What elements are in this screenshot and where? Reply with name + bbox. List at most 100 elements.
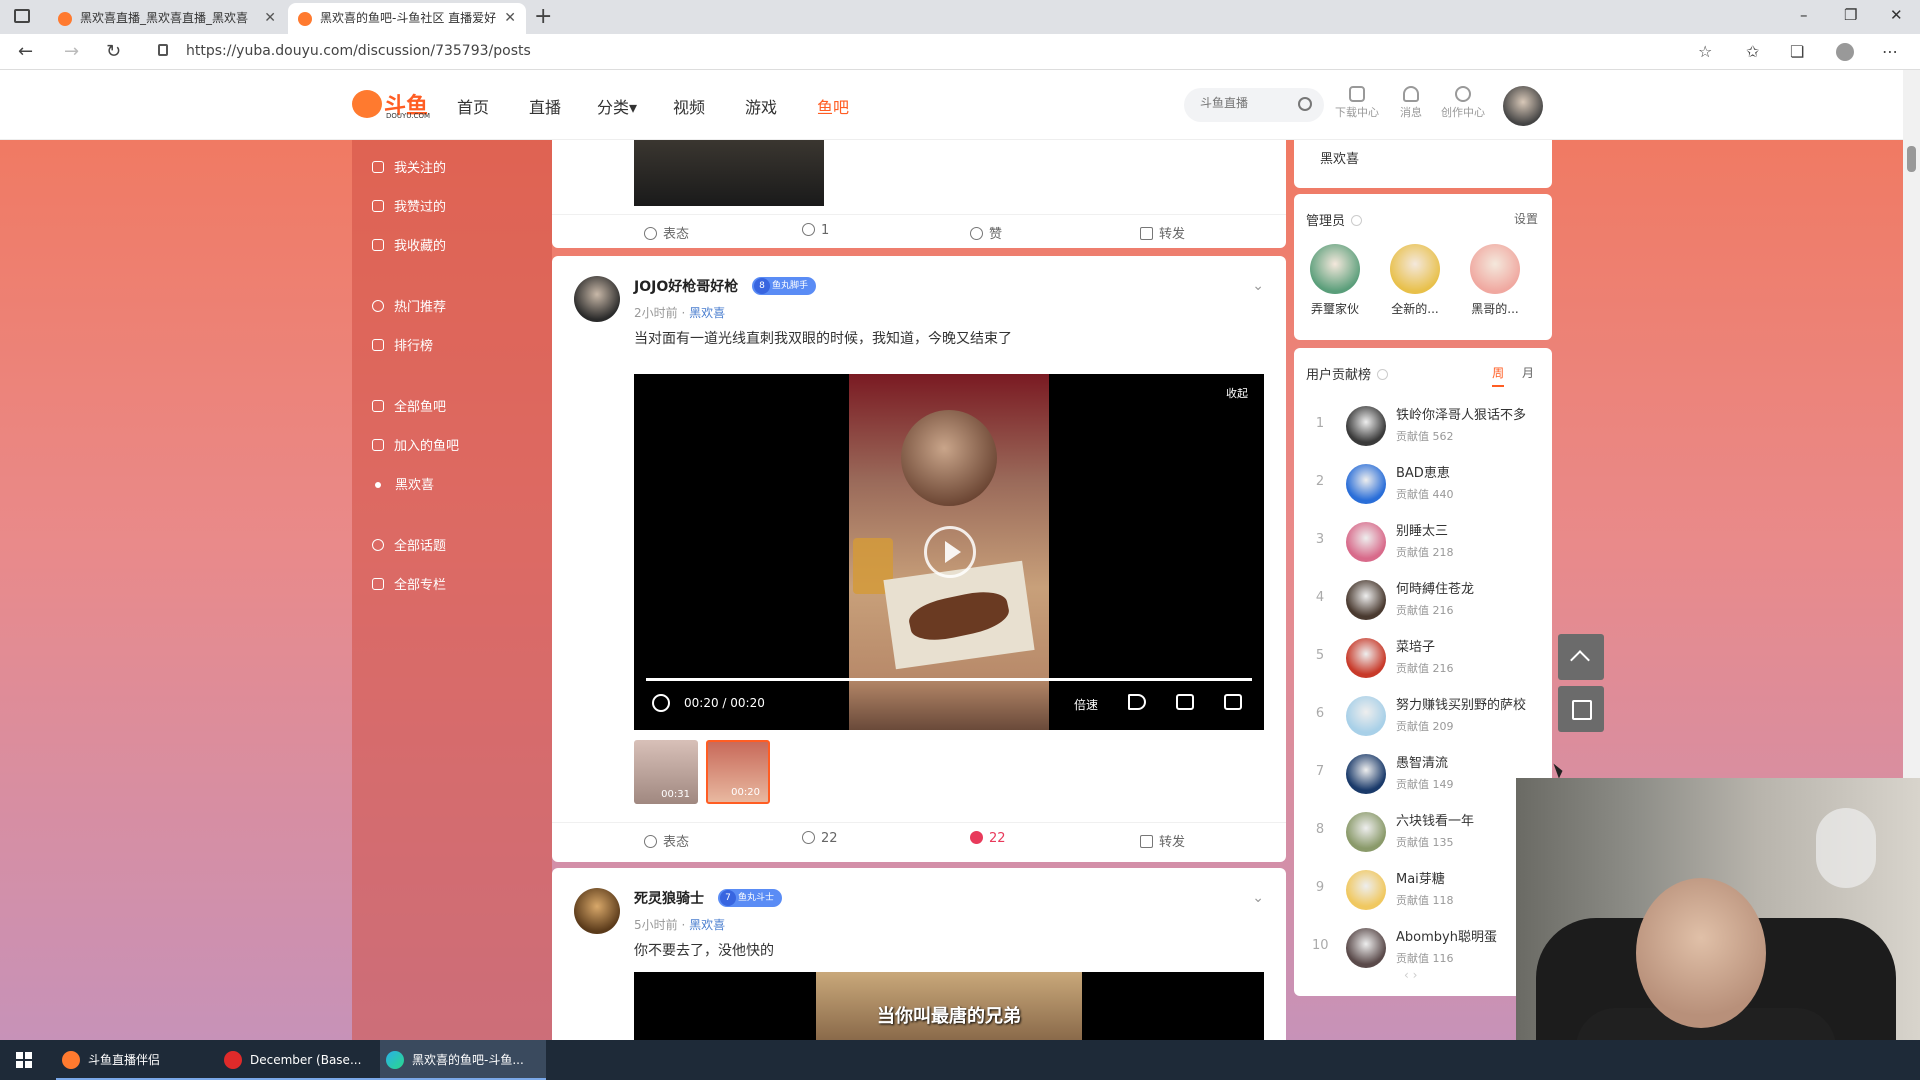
post-image[interactable] [634, 140, 824, 206]
back-icon[interactable]: ← [18, 41, 33, 62]
rank-avatar[interactable] [1346, 928, 1386, 968]
scrollbar-thumb[interactable] [1907, 146, 1916, 172]
fullscreen-icon[interactable] [1224, 694, 1242, 710]
help-icon[interactable] [1351, 215, 1363, 226]
chevron-down-icon[interactable]: ⌄ [1252, 890, 1264, 906]
ranking-row[interactable]: 3 别睡太三 贡献值 218 [1294, 512, 1552, 570]
ranking-row[interactable]: 8 六块钱看一年 贡献值 135 [1294, 802, 1552, 860]
rank-avatar[interactable] [1346, 870, 1386, 910]
taskbar-item-edge[interactable]: 黑欢喜的鱼吧-斗鱼... [380, 1040, 546, 1080]
like-button[interactable]: 22 [970, 831, 1006, 846]
play-pause-icon[interactable] [652, 694, 670, 712]
windows-start-icon[interactable] [16, 1052, 32, 1068]
picture-in-picture-icon[interactable] [1176, 694, 1194, 710]
search-icon[interactable] [1298, 97, 1312, 111]
sidebar-item-following[interactable]: 我关注的 [372, 157, 446, 177]
video-progress-bar[interactable] [646, 678, 1252, 681]
sidebar-item-hot[interactable]: 热门推荐 [372, 296, 446, 316]
ranking-row[interactable]: 2 BAD恵恵 贡献值 440 [1294, 454, 1552, 512]
comment-button[interactable]: 22 [802, 831, 838, 846]
admin-item[interactable]: 黑哥的... [1460, 244, 1530, 317]
ranking-row[interactable]: 7 愚智清流 贡献值 149 [1294, 744, 1552, 802]
add-favorite-icon[interactable]: ☆ [1698, 42, 1712, 61]
nav-live[interactable]: 直播 [529, 94, 561, 118]
rank-name[interactable]: Mai芽糖 [1396, 868, 1445, 887]
creator-center-button[interactable]: 创作中心 [1436, 86, 1490, 120]
author-name[interactable]: JOJO好枪哥好枪 [634, 276, 738, 296]
tab-week[interactable]: 周 [1492, 366, 1505, 387]
url-field[interactable]: https://yuba.douyu.com/discussion/735793… [148, 38, 1718, 66]
video-player[interactable]: 当你叫最唐的兄弟 [634, 972, 1264, 1040]
video-thumbnail[interactable]: 00:20 [706, 740, 770, 804]
settings-link[interactable]: 设置 [1514, 210, 1538, 227]
react-button[interactable]: 表态 [644, 223, 689, 242]
post-bar-link[interactable]: 黑欢喜 [689, 918, 725, 932]
sidebar-item-joined[interactable]: 加入的鱼吧 [372, 435, 459, 455]
messages-button[interactable]: 消息 [1384, 86, 1438, 120]
rank-name[interactable]: 菜培子 [1396, 636, 1435, 655]
tab-month[interactable]: 月 [1522, 366, 1534, 380]
ranking-row[interactable]: 1 铁岭你泽哥人狠话不多 贡献值 562 [1294, 396, 1552, 454]
douyu-logo[interactable]: 斗鱼 DOUYU.COM [352, 88, 430, 120]
rank-name[interactable]: 别睡太三 [1396, 520, 1448, 539]
author-avatar[interactable] [574, 888, 620, 934]
back-to-top-button[interactable] [1558, 634, 1604, 680]
favorites-icon[interactable]: ✩ [1746, 42, 1759, 61]
volume-icon[interactable] [1128, 694, 1146, 710]
sidebar-item-heihuanxi[interactable]: 黑欢喜 [372, 474, 434, 494]
new-tab-icon[interactable]: + [534, 4, 552, 29]
rank-avatar[interactable] [1346, 638, 1386, 678]
profile-icon[interactable] [1836, 43, 1854, 61]
close-window-icon[interactable]: ✕ [1890, 6, 1903, 24]
sidebar-item-favorites[interactable]: 我收藏的 [372, 235, 446, 255]
collapse-button[interactable]: 收起 [1218, 382, 1256, 404]
rank-avatar[interactable] [1346, 406, 1386, 446]
more-icon[interactable]: ⋯ [1882, 42, 1898, 61]
rank-avatar[interactable] [1346, 580, 1386, 620]
rank-avatar[interactable] [1346, 754, 1386, 794]
sidebar-item-columns[interactable]: 全部专栏 [372, 574, 446, 594]
rank-name[interactable]: BAD恵恵 [1396, 462, 1450, 481]
ranking-row[interactable]: 4 何時縛住苍龙 贡献值 216 [1294, 570, 1552, 628]
post-bar-link[interactable]: 黑欢喜 [689, 306, 725, 320]
author-avatar[interactable] [574, 276, 620, 322]
ranking-pager[interactable]: ‹ › [1404, 968, 1417, 982]
admin-item[interactable]: 全新的... [1380, 244, 1450, 317]
nav-video[interactable]: 视频 [673, 94, 705, 118]
rank-name[interactable]: 铁岭你泽哥人狠话不多 [1396, 404, 1526, 423]
user-avatar[interactable] [1503, 86, 1543, 126]
ranking-row[interactable]: 9 Mai芽糖 贡献值 118 [1294, 860, 1552, 918]
author-name[interactable]: 死灵狼骑士 [634, 888, 704, 908]
ranking-row[interactable]: 10 Abombyh聪明蛋 贡献值 116 [1294, 918, 1552, 976]
tab-actions-icon[interactable] [14, 9, 30, 23]
rank-name[interactable]: Abombyh聪明蛋 [1396, 926, 1497, 945]
rank-avatar[interactable] [1346, 812, 1386, 852]
sidebar-item-topics[interactable]: 全部话题 [372, 535, 446, 555]
share-button[interactable]: 转发 [1140, 223, 1185, 242]
collections-icon[interactable]: ❏ [1790, 42, 1804, 61]
sidebar-item-ranking[interactable]: 排行榜 [372, 335, 433, 355]
close-tab-icon[interactable]: ✕ [264, 3, 276, 34]
sidebar-item-all-bars[interactable]: 全部鱼吧 [372, 396, 446, 416]
nav-home[interactable]: 首页 [457, 94, 489, 118]
help-icon[interactable] [1377, 369, 1389, 380]
nav-yuba[interactable]: 鱼吧 [817, 94, 849, 118]
forward-icon[interactable]: → [64, 41, 79, 62]
taskbar-item-music[interactable]: December (Base... [218, 1040, 384, 1080]
admin-item[interactable]: 弄璽家伙 [1300, 244, 1370, 317]
rank-name[interactable]: 努力赚钱买别野的萨校 [1396, 694, 1526, 713]
ranking-row[interactable]: 6 努力赚钱买别野的萨校 贡献值 209 [1294, 686, 1552, 744]
download-center-button[interactable]: 下载中心 [1330, 86, 1384, 120]
restore-icon[interactable]: ❐ [1844, 6, 1857, 24]
rank-avatar[interactable] [1346, 522, 1386, 562]
taskbar-item-douyu-companion[interactable]: 斗鱼直播伴侣 [56, 1040, 222, 1080]
rank-name[interactable]: 六块钱看一年 [1396, 810, 1474, 829]
rank-avatar[interactable] [1346, 696, 1386, 736]
rank-avatar[interactable] [1346, 464, 1386, 504]
new-post-button[interactable] [1558, 686, 1604, 732]
replay-icon[interactable] [924, 526, 976, 578]
sidebar-item-liked[interactable]: 我赞过的 [372, 196, 446, 216]
comment-button[interactable]: 1 [802, 223, 829, 238]
share-button[interactable]: 转发 [1140, 831, 1185, 850]
like-button[interactable]: 赞 [970, 223, 1002, 242]
